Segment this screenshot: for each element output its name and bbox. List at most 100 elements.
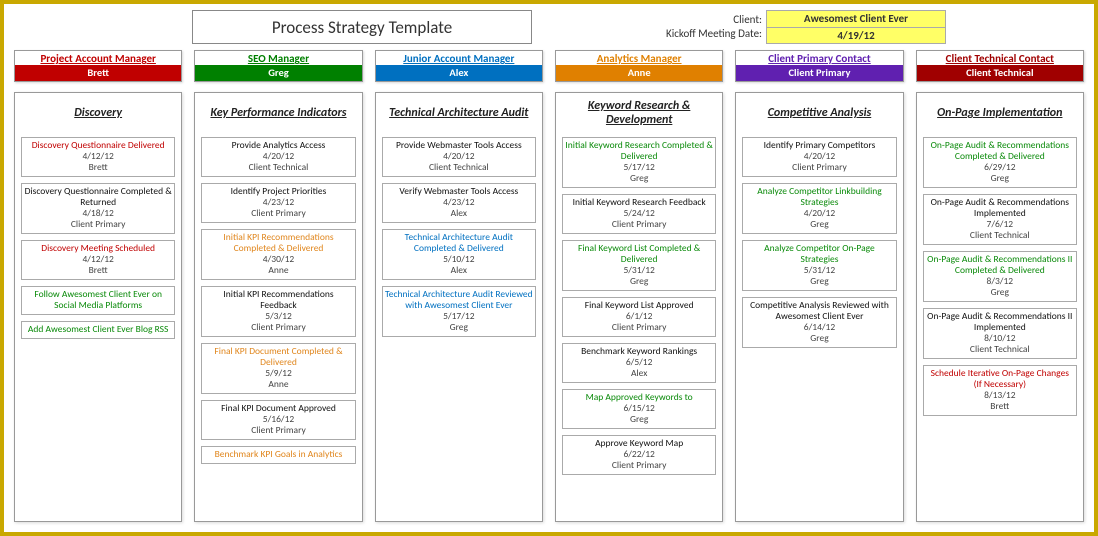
- task-card: On-Page Audit & Recommendations II Imple…: [923, 308, 1077, 359]
- task-title: Final KPI Document Completed & Delivered: [204, 346, 352, 368]
- task-owner: Client Primary: [204, 425, 352, 436]
- task-card: Schedule Iterative On-Page Changes (If N…: [923, 365, 1077, 416]
- task-owner: Greg: [926, 173, 1074, 184]
- role-analytics-manager: Analytics Manager Anne: [555, 50, 723, 82]
- role-name: Anne: [556, 65, 722, 81]
- column: Keyword Research & Development Initial Ke…: [555, 92, 723, 522]
- task-owner: Client Primary: [204, 322, 352, 333]
- task-title: On-Page Audit & Recommendations II Compl…: [926, 254, 1074, 276]
- role-title: Client Technical Contact: [917, 51, 1083, 65]
- task-card: Analyze Competitor Linkbuilding Strategi…: [742, 183, 896, 234]
- task-owner: Anne: [204, 379, 352, 390]
- task-card: Provide Analytics Access4/20/12Client Te…: [201, 137, 355, 177]
- role-name: Greg: [195, 65, 361, 81]
- role-name: Client Primary: [736, 65, 902, 81]
- task-card: Follow Awesomest Client Ever on Social M…: [21, 286, 175, 315]
- column-heading: Keyword Research & Development: [562, 99, 716, 127]
- role-title: Junior Account Manager: [376, 51, 542, 65]
- column-heading: Key Performance Indicators: [201, 99, 355, 127]
- task-owner: Client Primary: [204, 208, 352, 219]
- task-card: Initial Keyword Research Feedback5/24/12…: [562, 194, 716, 234]
- task-owner: Greg: [926, 287, 1074, 298]
- task-owner: Client Primary: [745, 162, 893, 173]
- client-value: Awesomest Client Ever: [767, 11, 945, 28]
- role-name: Client Technical: [917, 65, 1083, 81]
- column-heading: Competitive Analysis: [742, 99, 896, 127]
- task-owner: Alex: [385, 265, 533, 276]
- role-client-technical-contact: Client Technical Contact Client Technica…: [916, 50, 1084, 82]
- task-title: Technical Architecture Audit Reviewed wi…: [385, 289, 533, 311]
- task-owner: Alex: [385, 208, 533, 219]
- task-owner: Client Primary: [24, 219, 172, 230]
- meta-labels: Client: Kickoff Meeting Date:: [592, 10, 762, 44]
- task-owner: Client Technical: [204, 162, 352, 173]
- task-card: Provide Webmaster Tools Access4/20/12Cli…: [382, 137, 536, 177]
- task-owner: Greg: [565, 173, 713, 184]
- column-heading: Technical Architecture Audit: [382, 99, 536, 127]
- task-title: Analyze Competitor Linkbuilding Strategi…: [745, 186, 893, 208]
- task-title: Initial Keyword Research Completed & Del…: [565, 140, 713, 162]
- column: On-Page Implementation On-Page Audit & Re…: [916, 92, 1084, 522]
- task-owner: Brett: [926, 401, 1074, 412]
- task-card: Benchmark Keyword Rankings6/5/12Alex: [562, 343, 716, 383]
- role-seo-manager: SEO Manager Greg: [194, 50, 362, 82]
- task-card: Final KPI Document Approved5/16/12Client…: [201, 400, 355, 440]
- task-card: Final KPI Document Completed & Delivered…: [201, 343, 355, 394]
- column: Competitive AnalysisIdentify Primary Com…: [735, 92, 903, 522]
- role-title: Analytics Manager: [556, 51, 722, 65]
- task-card: Final Keyword List Completed & Delivered…: [562, 240, 716, 291]
- task-title: Schedule Iterative On-Page Changes (If N…: [926, 368, 1074, 390]
- task-title: On-Page Audit & Recommendations Implemen…: [926, 197, 1074, 219]
- task-owner: Greg: [745, 276, 893, 287]
- document-title: Process Strategy Template: [192, 10, 532, 44]
- task-title: Discovery Questionnaire Completed & Retu…: [24, 186, 172, 208]
- task-owner: Anne: [204, 265, 352, 276]
- task-title: Initial KPI Recommendations Feedback: [204, 289, 352, 311]
- task-title: On-Page Audit & Recommendations Complete…: [926, 140, 1074, 162]
- task-title: Benchmark KPI Goals in Analytics: [204, 449, 352, 460]
- column: Technical Architecture Audit Provide Webm…: [375, 92, 543, 522]
- task-owner: Brett: [24, 162, 172, 173]
- task-card: Initial KPI Recommendations Feedback5/3/…: [201, 286, 355, 337]
- task-card: Identify Project Priorities4/23/12Client…: [201, 183, 355, 223]
- task-card: Discovery Meeting Scheduled4/12/12Brett: [21, 240, 175, 280]
- task-card: Initial KPI Recommendations Completed & …: [201, 229, 355, 280]
- task-owner: Brett: [24, 265, 172, 276]
- task-card: Technical Architecture Audit Completed &…: [382, 229, 536, 280]
- task-owner: Client Primary: [565, 219, 713, 230]
- task-owner: Client Primary: [565, 460, 713, 471]
- task-card: Discovery Questionnaire Delivered4/12/12…: [21, 137, 175, 177]
- task-owner: Alex: [565, 368, 713, 379]
- role-title: Project Account Manager: [15, 51, 181, 65]
- task-owner: Client Technical: [926, 230, 1074, 241]
- task-owner: Client Primary: [565, 322, 713, 333]
- task-card: Competitive Analysis Reviewed with Aweso…: [742, 297, 896, 348]
- role-name: Brett: [15, 65, 181, 81]
- task-card: Final Keyword List Approved6/1/12Client …: [562, 297, 716, 337]
- column: Discovery Discovery Questionnaire Deliver…: [14, 92, 182, 522]
- task-owner: Client Technical: [926, 344, 1074, 355]
- meta-values: Awesomest Client Ever 4/19/12: [766, 10, 946, 44]
- task-owner: Greg: [745, 333, 893, 344]
- task-card: On-Page Audit & Recommendations II Compl…: [923, 251, 1077, 302]
- role-client-primary-contact: Client Primary Contact Client Primary: [735, 50, 903, 82]
- task-card: Technical Architecture Audit Reviewed wi…: [382, 286, 536, 337]
- column-heading: Discovery: [21, 99, 175, 127]
- sheet-root: Process Strategy Template Client: Kickof…: [0, 0, 1098, 536]
- task-title: Competitive Analysis Reviewed with Aweso…: [745, 300, 893, 322]
- task-title: Analyze Competitor On-Page Strategies: [745, 243, 893, 265]
- task-title: Follow Awesomest Client Ever on Social M…: [24, 289, 172, 311]
- role-title: SEO Manager: [195, 51, 361, 65]
- task-card: Map Approved Keywords to6/15/12Greg: [562, 389, 716, 429]
- kickoff-value: 4/19/12: [767, 28, 945, 44]
- column-heading: On-Page Implementation: [923, 99, 1077, 127]
- columns: Discovery Discovery Questionnaire Deliver…: [14, 92, 1084, 522]
- task-card: Verify Webmaster Tools Access4/23/12Alex: [382, 183, 536, 223]
- kickoff-label: Kickoff Meeting Date:: [592, 27, 762, 41]
- column: Key Performance Indicators Provide Analyt…: [194, 92, 362, 522]
- task-card: On-Page Audit & Recommendations Complete…: [923, 137, 1077, 188]
- role-name: Alex: [376, 65, 542, 81]
- task-title: On-Page Audit & Recommendations II Imple…: [926, 311, 1074, 333]
- roles-row: Project Account Manager Brett SEO Manage…: [14, 50, 1084, 82]
- header-row: Process Strategy Template Client: Kickof…: [12, 10, 1086, 44]
